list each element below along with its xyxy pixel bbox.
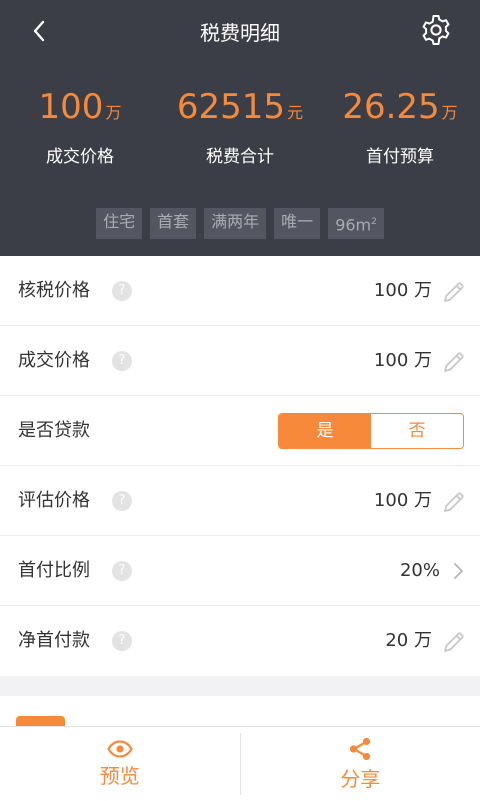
help-icon[interactable]: ? [112, 281, 132, 301]
tag-area: 96m2 [328, 208, 384, 239]
row-label: 成交价格 [18, 326, 90, 396]
stat-number: 26.25 [342, 87, 439, 127]
gear-icon [419, 13, 453, 47]
pencil-icon[interactable] [442, 630, 466, 654]
row-label: 是否贷款 [18, 396, 90, 466]
stat-total-tax: 62515元 税费合计 [160, 86, 320, 167]
row-label: 净首付款 [18, 606, 90, 676]
eye-icon [107, 740, 133, 758]
stat-label: 成交价格 [0, 142, 160, 167]
tag-only-home: 唯一 [274, 208, 320, 239]
stat-number: 100 [39, 87, 104, 127]
stat-unit: 万 [442, 103, 458, 122]
pencil-icon[interactable] [442, 350, 466, 374]
row-label: 核税价格 [18, 256, 90, 326]
stat-value: 100万 [0, 86, 160, 134]
row-value: 100 万 [374, 326, 432, 396]
row-loan: 是否贷款 是 否 [0, 396, 480, 466]
tag-area-text: 96m [335, 215, 371, 234]
stat-label: 税费合计 [160, 142, 320, 167]
row-label: 首付比例 [18, 536, 90, 606]
bottom-action-bar: 预览 分享 [0, 726, 480, 801]
row-value: 100 万 [374, 466, 432, 536]
row-label: 评估价格 [18, 466, 90, 536]
share-button[interactable]: 分享 [241, 727, 480, 801]
tag-area-superscript: 2 [371, 217, 377, 227]
row-value: 20 万 [385, 606, 432, 676]
help-icon[interactable]: ? [112, 631, 132, 651]
loan-no-option[interactable]: 否 [371, 414, 463, 448]
stat-number: 62515 [177, 87, 285, 127]
stat-unit: 元 [287, 103, 303, 122]
preview-button[interactable]: 预览 [0, 727, 240, 801]
tag-residential: 住宅 [96, 208, 142, 239]
stat-value: 26.25万 [320, 86, 480, 134]
property-tags: 住宅 首套 满两年 唯一 96m2 [0, 208, 480, 239]
stat-value: 62515元 [160, 86, 320, 134]
settings-button[interactable] [418, 12, 454, 48]
row-down-payment-ratio[interactable]: 首付比例 ? 20% [0, 536, 480, 606]
loan-yes-option[interactable]: 是 [279, 414, 371, 448]
stat-label: 首付预算 [320, 142, 480, 167]
row-tax-price: 核税价格 ? 100 万 [0, 256, 480, 326]
help-icon[interactable]: ? [112, 351, 132, 371]
pencil-icon[interactable] [442, 490, 466, 514]
tax-detail-list: 核税价格 ? 100 万 成交价格 ? 100 万 是否贷款 是 否 评估价格 … [0, 256, 480, 676]
row-deal-price: 成交价格 ? 100 万 [0, 326, 480, 396]
section-marker [16, 716, 65, 726]
page-title: 税费明细 [0, 17, 480, 46]
next-section-peek [0, 696, 480, 726]
row-value: 20% [400, 536, 440, 606]
row-value: 100 万 [374, 256, 432, 326]
chevron-right-icon[interactable] [452, 562, 464, 580]
preview-label: 预览 [100, 760, 140, 789]
share-icon [347, 737, 373, 761]
help-icon[interactable]: ? [112, 561, 132, 581]
loan-toggle[interactable]: 是 否 [278, 413, 464, 449]
tag-over-two-years: 满两年 [204, 208, 266, 239]
row-net-down-payment: 净首付款 ? 20 万 [0, 606, 480, 676]
tag-first-home: 首套 [150, 208, 196, 239]
stat-deal-price: 100万 成交价格 [0, 86, 160, 167]
share-label: 分享 [340, 763, 380, 792]
summary-header: 税费明细 100万 成交价格 62515元 税费合计 26.25万 首付预算 住… [0, 0, 480, 256]
summary-stats: 100万 成交价格 62515元 税费合计 26.25万 首付预算 [0, 86, 480, 176]
help-icon[interactable]: ? [112, 491, 132, 511]
stat-unit: 万 [105, 103, 121, 122]
row-appraisal-price: 评估价格 ? 100 万 [0, 466, 480, 536]
stat-down-payment-budget: 26.25万 首付预算 [320, 86, 480, 167]
pencil-icon[interactable] [442, 280, 466, 304]
